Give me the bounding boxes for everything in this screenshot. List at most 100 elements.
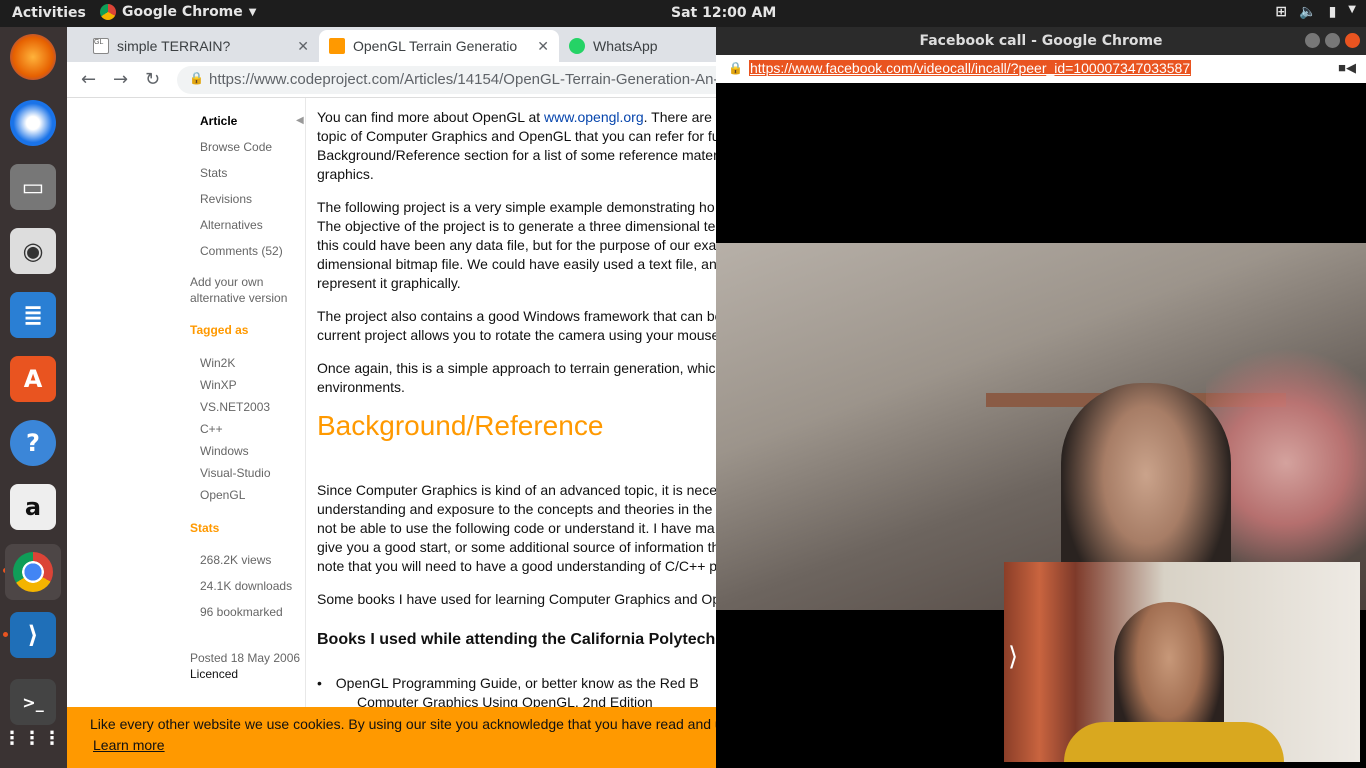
paragraph-line: represent it graphically.	[317, 275, 461, 291]
stat-bookmarked: 96 bookmarked	[200, 605, 283, 619]
tag-link[interactable]: WinXP	[200, 378, 237, 392]
close-icon[interactable]: ✕	[297, 38, 309, 55]
opengl-link[interactable]: www.opengl.org	[544, 109, 644, 125]
chevron-down-icon: ▼	[248, 6, 257, 18]
activities-button[interactable]: Activities	[12, 5, 86, 21]
url-path: /Articles/14154/OpenGL-Terrain-Generatio…	[399, 71, 731, 88]
opengl-favicon: GL	[93, 38, 109, 54]
chevron-right-icon[interactable]: ⟩	[1008, 642, 1018, 672]
system-tray[interactable]: ⊞ 🔈 ▮ ▼	[1275, 4, 1356, 20]
paragraph-line: The following project is a very simple e…	[317, 199, 715, 215]
cookie-message: Like every other website we use cookies.…	[90, 716, 716, 732]
tag-link[interactable]: OpenGL	[200, 488, 245, 502]
tab-whatsapp[interactable]: WhatsApp	[559, 30, 716, 62]
chrome-dock-icon[interactable]	[5, 544, 61, 600]
lock-icon: 🔒	[189, 71, 204, 85]
sidebar-item-browse-code[interactable]: Browse Code	[200, 140, 272, 154]
window-title: Facebook call - Google Chrome	[919, 33, 1163, 49]
paragraph: You can find more about OpenGL at www.op…	[317, 108, 716, 127]
paragraph-line: not be able to use the following code or…	[317, 520, 715, 536]
files-icon[interactable]: ▭	[10, 164, 56, 210]
network-icon: ⊞	[1275, 4, 1288, 20]
learn-more-link[interactable]: Learn more	[93, 737, 165, 753]
show-apps-icon[interactable]: ⋮⋮⋮	[3, 715, 61, 761]
list-item: • OpenGL Programming Guide, or better kn…	[317, 675, 699, 691]
codeproject-favicon	[329, 38, 345, 54]
text: You can find more about OpenGL at	[317, 109, 545, 125]
add-alternative-link[interactable]: Add your own	[190, 275, 263, 289]
toolbar: ← → ↻ 🔒 https://www.codeproject.com/Arti…	[67, 62, 737, 98]
stats-heading: Stats	[190, 521, 220, 535]
reload-icon[interactable]: ↻	[145, 69, 160, 90]
paragraph-line: graphics.	[317, 166, 374, 182]
sidebar-item-comments[interactable]: Comments (52)	[200, 244, 283, 258]
clock[interactable]: Sat 12:00 AM	[671, 5, 776, 21]
back-icon[interactable]: ←	[81, 69, 96, 90]
window-titlebar: Facebook call - Google Chrome	[716, 27, 1366, 55]
facebook-address-bar[interactable]: 🔒 https://www.facebook.com/videocall/inc…	[716, 55, 1366, 83]
licence-label: Licenced	[190, 667, 239, 681]
address-bar[interactable]: 🔒 https://www.codeproject.com/Articles/1…	[177, 66, 737, 94]
tag-link[interactable]: VS.NET2003	[200, 400, 270, 414]
tab-strip: GL simple TERRAIN? ✕ OpenGL Terrain Gene…	[67, 27, 716, 62]
paragraph-line: note that you will need to have a good u…	[317, 558, 716, 574]
tag-link[interactable]: Windows	[200, 444, 249, 458]
paragraph-line: give you a good start, or some additiona…	[317, 539, 716, 555]
software-icon[interactable]: A	[10, 356, 56, 402]
tab-label: OpenGL Terrain Generatio	[353, 38, 518, 54]
paragraph-line: Background/Reference section for a list …	[317, 147, 716, 163]
self-video[interactable]: ⟩	[1004, 562, 1360, 762]
close-button[interactable]	[1345, 33, 1360, 48]
camera-icon[interactable]: ■◀	[1338, 60, 1356, 76]
rhythmbox-icon[interactable]: ◉	[10, 228, 56, 274]
section-heading: Background/Reference	[317, 410, 604, 441]
divider	[305, 98, 306, 708]
thunderbird-icon[interactable]	[10, 100, 56, 146]
help-icon[interactable]: ?	[10, 420, 56, 466]
tab-opengl-terrain[interactable]: OpenGL Terrain Generatio ✕	[319, 30, 559, 62]
sidebar-item-alternatives[interactable]: Alternatives	[200, 218, 263, 232]
vscode-icon[interactable]: ⟩	[10, 612, 56, 658]
running-indicator	[3, 632, 8, 637]
dock: ▭ ◉ ≣ A ? a ⟩ >_ ⋮⋮⋮	[0, 27, 67, 768]
amazon-icon[interactable]: a	[10, 484, 56, 530]
add-alternative-link[interactable]: alternative version	[190, 291, 287, 305]
maximize-button[interactable]	[1325, 33, 1340, 48]
paragraph-line: topic of Computer Graphics and OpenGL th…	[317, 128, 716, 144]
sidebar-item-revisions[interactable]: Revisions	[200, 192, 252, 206]
tag-link[interactable]: Visual-Studio	[200, 466, 271, 480]
top-bar: Activities Google Chrome ▼ Sat 12:00 AM …	[0, 0, 1366, 27]
lock-icon: 🔒	[728, 61, 743, 75]
paragraph-line: dimensional bitmap file. We could have e…	[317, 256, 716, 272]
paragraph-line: this could have been any data file, but …	[317, 237, 716, 253]
tag-link[interactable]: Win2K	[200, 356, 235, 370]
tab-label: WhatsApp	[593, 38, 658, 54]
cookie-banner: Like every other website we use cookies.…	[67, 707, 716, 768]
minimize-button[interactable]	[1305, 33, 1320, 48]
whatsapp-favicon	[569, 38, 585, 54]
firefox-icon[interactable]	[10, 34, 56, 80]
facebook-url[interactable]: https://www.facebook.com/videocall/incal…	[749, 60, 1192, 76]
forward-icon[interactable]: →	[113, 69, 128, 90]
sidebar-item-stats[interactable]: Stats	[200, 166, 227, 180]
tagged-heading: Tagged as	[190, 323, 249, 337]
text: . There are	[643, 109, 712, 125]
list-item-text: OpenGL Programming Guide, or better know…	[335, 675, 699, 691]
posted-date: Posted 18 May 2006	[190, 651, 301, 665]
paragraph-line: environments.	[317, 379, 405, 395]
paragraph-line: Some books I have used for learning Comp…	[317, 591, 716, 607]
article-sidebar: Article ◀ Browse Code Stats Revisions Al…	[67, 98, 306, 768]
tab-label: simple TERRAIN?	[117, 38, 231, 54]
sidebar-item-article[interactable]: Article	[200, 114, 237, 128]
writer-icon[interactable]: ≣	[10, 292, 56, 338]
chrome-icon	[100, 4, 116, 20]
tab-simple-terrain[interactable]: GL simple TERRAIN? ✕	[83, 30, 319, 62]
paragraph-line: current project allows you to rotate the…	[317, 327, 716, 343]
app-menu[interactable]: Google Chrome ▼	[100, 4, 256, 20]
collapse-icon[interactable]: ◀	[296, 115, 304, 126]
tag-link[interactable]: C++	[200, 422, 223, 436]
close-icon[interactable]: ✕	[537, 38, 549, 55]
chevron-down-icon: ▼	[1348, 4, 1356, 15]
self-shirt	[1064, 722, 1284, 762]
app-menu-label: Google Chrome	[122, 4, 243, 20]
